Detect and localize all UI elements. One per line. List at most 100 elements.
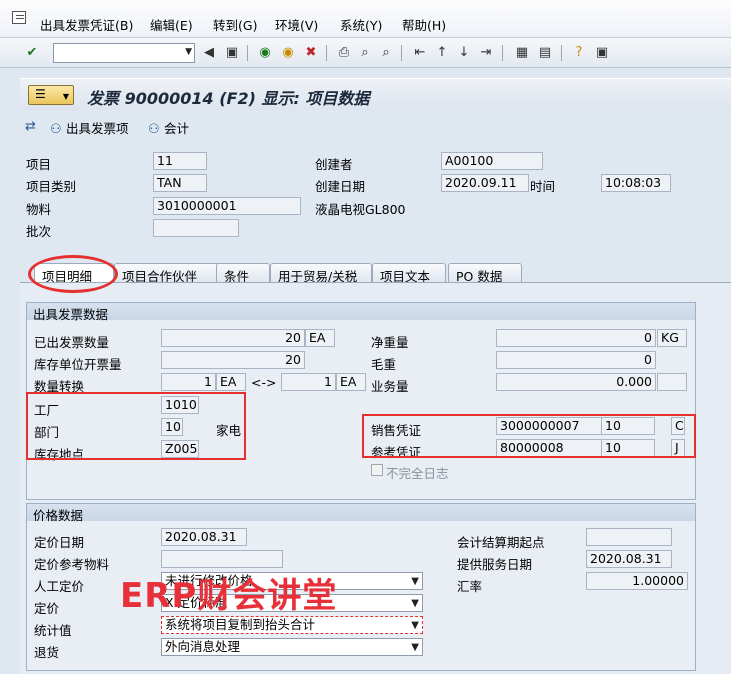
enter-check-icon[interactable]: ✔ <box>24 45 40 61</box>
incomplete-log-label: 不完全日志 <box>386 466 449 481</box>
toolbar-divider <box>401 45 402 61</box>
pricing-ref-material-label: 定价参考物料 <box>34 557 110 572</box>
title-bar: ☰ ▼ 发票 90000014 (F2) 显示: 项目数据 <box>20 78 731 110</box>
last-page-icon[interactable]: ⇥ <box>478 45 494 61</box>
application-toolbar: ⇄ ⚇ 出具发票项 ⚇ 会计 <box>20 112 731 140</box>
item-field[interactable]: 11 <box>153 152 207 170</box>
toolbar-divider <box>561 45 562 61</box>
find-icon[interactable]: ⌕ <box>357 45 373 61</box>
creator-field[interactable]: A00100 <box>441 152 543 170</box>
toolbar-divider <box>247 45 248 61</box>
main-area: 项目 11 项目类别 TAN 物料 3010000001 液晶电视GL800 批… <box>20 142 731 674</box>
conv-left-unit[interactable]: EA <box>216 373 246 391</box>
save-icon[interactable]: ▣ <box>224 45 240 61</box>
new-session-icon[interactable]: ▦ <box>514 45 530 61</box>
pricing-data-group-title: 价格数据 <box>27 504 695 523</box>
item-label: 项目 <box>26 157 52 172</box>
item-category-field[interactable]: TAN <box>153 174 207 192</box>
cancel-icon[interactable]: ✖ <box>303 45 319 61</box>
menu-edit[interactable]: 编辑(E) <box>150 15 193 34</box>
command-field[interactable]: ▼ <box>53 43 195 63</box>
exchange-rate-field[interactable]: 1.00000 <box>586 572 688 590</box>
menu-bar: 出具发票凭证(B) 编辑(E) 转到(G) 环境(V) 系统(Y) 帮助(H) <box>0 0 731 38</box>
issue-invoice-item-button[interactable]: ⚇ 出具发票项 <box>50 118 129 137</box>
print-icon[interactable]: ⎙ <box>336 45 352 61</box>
person-icon: ⚇ <box>50 122 62 137</box>
back-icon[interactable]: ◉ <box>257 45 273 61</box>
time-field[interactable]: 10:08:03 <box>601 174 671 192</box>
chevron-down-icon: ▼ <box>411 598 419 609</box>
tab-conditions[interactable]: 条件 <box>216 263 270 284</box>
conv-left-field[interactable]: 1 <box>161 373 216 391</box>
menu-goto[interactable]: 转到(G) <box>213 15 257 34</box>
invoice-data-group-title: 出具发票数据 <box>27 303 695 322</box>
created-date-field[interactable]: 2020.09.11 <box>441 174 529 192</box>
back-arrow-icon[interactable]: ◀ <box>201 45 217 61</box>
find-next-icon[interactable]: ⌕ <box>378 45 394 61</box>
sales-ref-doc-highlight <box>362 414 696 458</box>
next-page-icon[interactable]: ↓ <box>456 45 472 61</box>
display-toggle-button[interactable]: ⇄ <box>25 118 41 134</box>
help-icon[interactable]: ? <box>571 45 587 61</box>
created-date-label: 创建日期 <box>315 179 366 194</box>
menu-invoice-doc[interactable]: 出具发票凭证(B) <box>40 15 133 34</box>
chevron-down-icon: ▼ <box>411 576 419 587</box>
menu-environment[interactable]: 环境(V) <box>275 15 318 34</box>
manual-pricing-label: 人工定价 <box>34 579 85 594</box>
stock-qty-field[interactable]: 20 <box>161 351 305 369</box>
statistical-value-label: 统计值 <box>34 623 72 638</box>
billed-qty-field[interactable]: 20 <box>161 329 305 347</box>
standard-toolbar: ✔ ▼ ◀ ▣ ◉ ◉ ✖ ⎙ ⌕ ⌕ ⇤ ↑ ↓ ⇥ ▦ ▤ ? ▣ <box>0 38 731 68</box>
chevron-down-icon: ▼ <box>411 642 419 653</box>
returns-dropdown[interactable]: 外向消息处理 ▼ <box>161 638 423 656</box>
material-label: 物料 <box>26 202 52 217</box>
pricing-date-field[interactable]: 2020.08.31 <box>161 528 247 546</box>
conv-right-unit[interactable]: EA <box>336 373 366 391</box>
conv-arrow: <-> <box>251 375 277 390</box>
batch-label: 批次 <box>26 224 52 239</box>
material-field[interactable]: 3010000001 <box>153 197 301 215</box>
tab-po-data[interactable]: PO 数据 <box>448 263 522 284</box>
settlement-start-field[interactable] <box>586 528 672 546</box>
tab-item-texts[interactable]: 项目文本 <box>372 263 446 284</box>
net-weight-field[interactable]: 0 <box>496 329 656 347</box>
pricing-label: 定价 <box>34 601 60 616</box>
service-date-label: 提供服务日期 <box>457 557 533 572</box>
stock-qty-label: 库存单位开票量 <box>34 357 122 372</box>
volume-field[interactable]: 0.000 <box>496 373 656 391</box>
shortcut-icon[interactable]: ▤ <box>537 45 553 61</box>
tab-foreign-trade[interactable]: 用于贸易/关税 <box>270 263 372 284</box>
time-label: 时间 <box>530 179 556 194</box>
plant-division-storage-highlight <box>26 392 246 460</box>
net-weight-unit[interactable]: KG <box>657 329 687 347</box>
pricing-ref-material-field[interactable] <box>161 550 283 568</box>
batch-field[interactable] <box>153 219 239 237</box>
menu-icon: ☰ <box>35 87 46 101</box>
statistical-value-dropdown[interactable]: 系统将项目复制到抬头合计 ▼ <box>161 616 423 634</box>
gross-weight-field[interactable]: 0 <box>496 351 656 369</box>
chevron-down-icon[interactable]: ▼ <box>185 47 192 57</box>
exchange-rate-label: 汇率 <box>457 579 483 594</box>
previous-page-icon[interactable]: ↑ <box>434 45 450 61</box>
layout-menu-icon[interactable]: ▣ <box>594 45 610 61</box>
watermark-text: ERP财会讲堂 <box>120 576 338 616</box>
volume-unit[interactable] <box>657 373 687 391</box>
exit-icon[interactable]: ◉ <box>280 45 296 61</box>
pricing-date-label: 定价日期 <box>34 535 85 550</box>
settlement-start-label: 会计结算期起点 <box>457 535 545 550</box>
net-weight-label: 净重量 <box>371 335 409 350</box>
service-date-field[interactable]: 2020.08.31 <box>586 550 672 568</box>
conv-right-field[interactable]: 1 <box>281 373 336 391</box>
billed-qty-label: 已出发票数量 <box>34 335 110 350</box>
accounting-button[interactable]: ⚇ 会计 <box>148 118 189 137</box>
screen-menu-button[interactable]: ☰ ▼ <box>28 85 74 105</box>
menu-system[interactable]: 系统(Y) <box>340 15 382 34</box>
first-page-icon[interactable]: ⇤ <box>412 45 428 61</box>
billed-qty-unit[interactable]: EA <box>305 329 335 347</box>
display-change-icon: ⇄ <box>25 119 36 134</box>
toolbar-divider <box>502 45 503 61</box>
incomplete-log-checkbox[interactable] <box>371 464 383 476</box>
tab-item-partners[interactable]: 项目合作伙伴 <box>114 263 220 284</box>
menu-help[interactable]: 帮助(H) <box>402 15 446 34</box>
system-menu-icon[interactable] <box>12 11 26 24</box>
